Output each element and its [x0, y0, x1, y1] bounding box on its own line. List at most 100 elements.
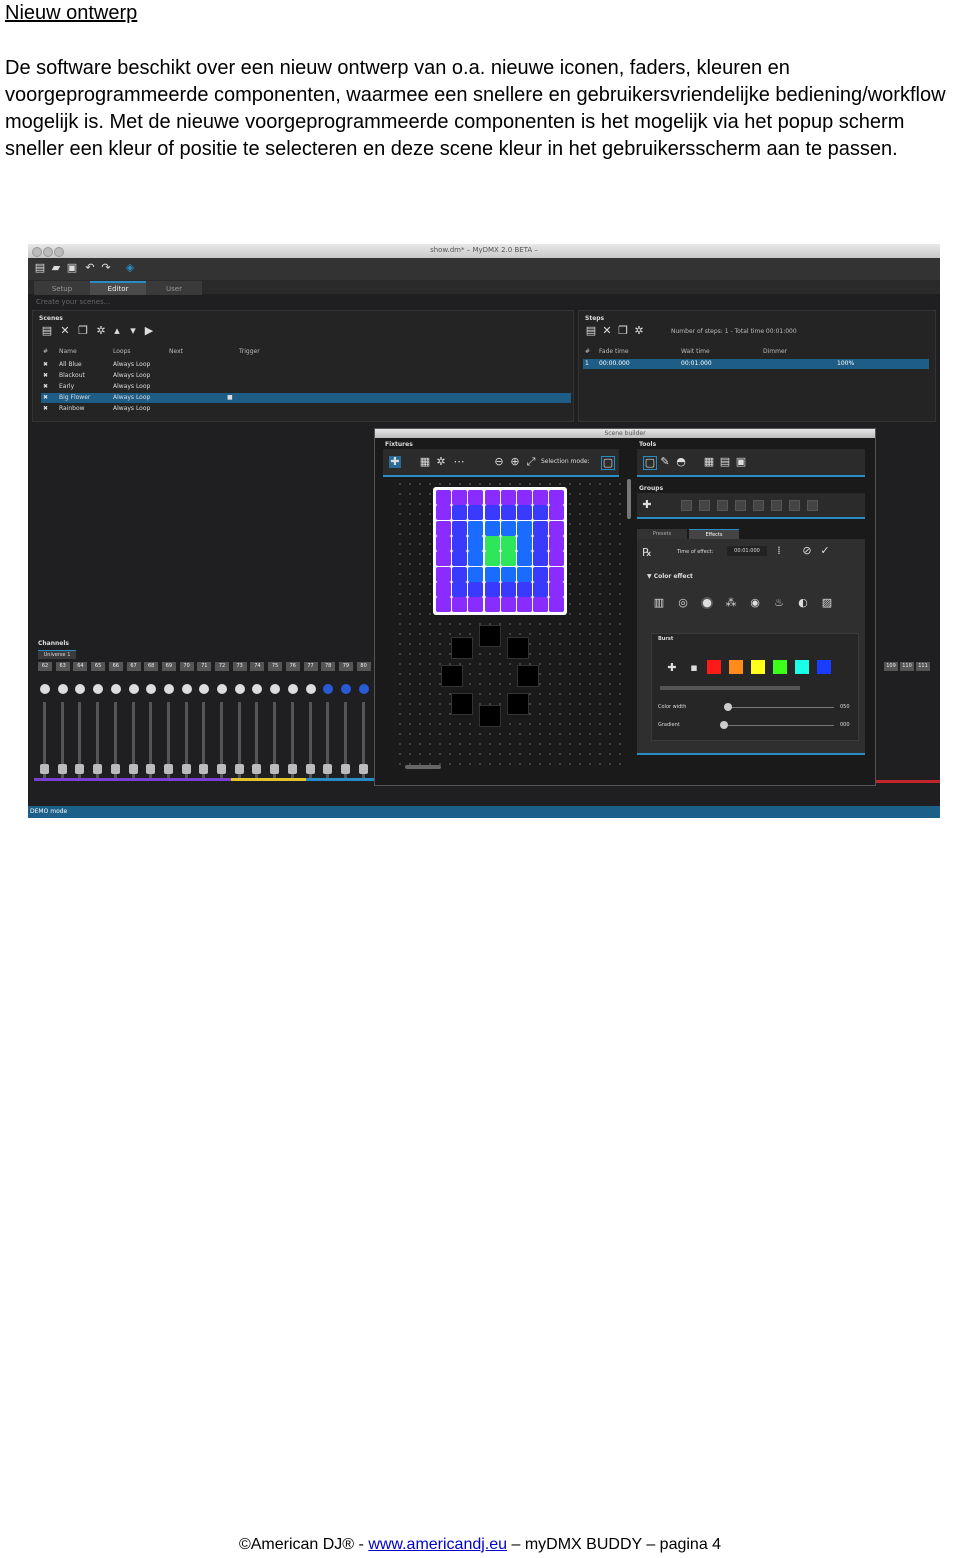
layout-grid-icon[interactable]: ▣	[735, 456, 747, 468]
led-tile[interactable]	[533, 490, 549, 505]
led-tile[interactable]	[517, 520, 532, 536]
scene-row[interactable]: ✖ Early Always Loop	[41, 382, 571, 392]
fire-effect-icon[interactable]: ♨	[773, 597, 785, 609]
led-tile[interactable]	[436, 597, 451, 613]
led-tile[interactable]	[549, 535, 565, 551]
led-tile[interactable]	[533, 551, 549, 567]
add-group-icon[interactable]: ✚	[641, 499, 653, 511]
fixture-canvas[interactable]	[395, 479, 623, 769]
channel-color-icon[interactable]	[217, 684, 227, 694]
more-icon[interactable]: ⋯	[453, 456, 465, 468]
group-button[interactable]	[735, 500, 746, 511]
group-button[interactable]	[753, 500, 764, 511]
led-tile[interactable]	[517, 505, 532, 521]
fader-knob[interactable]	[40, 764, 49, 774]
gradient-slider[interactable]	[724, 725, 834, 726]
confirm-icon[interactable]: ✓	[819, 545, 831, 557]
scene-row[interactable]: ✖ Rainbow Always Loop	[41, 404, 571, 414]
color-swatch[interactable]	[817, 660, 831, 674]
led-tile[interactable]	[517, 566, 532, 582]
sphere-effect-icon[interactable]: ◉	[749, 597, 761, 609]
fader-knob[interactable]	[163, 764, 173, 774]
pencil-icon[interactable]: ✎	[659, 456, 671, 468]
redo-icon[interactable]: ↷	[100, 262, 112, 274]
led-tile[interactable]	[549, 566, 565, 582]
led-tile[interactable]	[468, 490, 484, 505]
fixture-block[interactable]	[507, 693, 529, 715]
led-tile[interactable]	[436, 520, 451, 536]
color-width-knob[interactable]	[724, 703, 732, 711]
fx-icon[interactable]: ℞	[641, 547, 653, 559]
channel-color-icon[interactable]	[340, 684, 351, 694]
led-tile[interactable]	[533, 581, 549, 597]
led-tile[interactable]	[452, 597, 468, 613]
burst-scrollbar[interactable]	[660, 686, 800, 690]
channel-color-icon[interactable]	[128, 684, 139, 694]
fixture-block[interactable]	[441, 665, 463, 687]
led-tile[interactable]	[468, 520, 484, 536]
delete-step-icon[interactable]: ✕	[601, 325, 613, 337]
zoom-in-icon[interactable]: ⊕	[509, 456, 521, 468]
fader-knob[interactable]	[217, 764, 226, 774]
cancel-icon[interactable]: ⊘	[801, 545, 813, 557]
led-tile[interactable]	[436, 490, 451, 505]
fader-knob[interactable]	[340, 764, 350, 774]
spiral-effect-icon[interactable]: ◎	[677, 597, 689, 609]
led-tile[interactable]	[500, 566, 516, 582]
tab-setup[interactable]: Setup	[34, 281, 90, 295]
led-tile[interactable]	[533, 505, 549, 521]
led-tile[interactable]	[484, 505, 500, 521]
group-button[interactable]	[789, 500, 800, 511]
led-matrix[interactable]	[433, 487, 567, 615]
step-row-selected[interactable]: 1 00:00.000 00:01.000 100%	[583, 359, 929, 369]
led-tile[interactable]	[452, 535, 468, 551]
led-tile[interactable]	[436, 551, 451, 567]
scene-row[interactable]: ✖ Blackout Always Loop	[41, 371, 571, 381]
led-tile[interactable]	[452, 581, 468, 597]
step-settings-icon[interactable]: ✲	[633, 325, 645, 337]
tab-editor[interactable]: Editor	[90, 281, 146, 295]
image-effect-icon[interactable]: ▨	[821, 597, 833, 609]
color-swatch[interactable]	[751, 660, 765, 674]
led-tile[interactable]	[500, 490, 516, 505]
led-tile[interactable]	[452, 490, 468, 505]
channel-color-icon[interactable]	[305, 684, 316, 694]
scene-settings-icon[interactable]: ✲	[95, 325, 107, 337]
fader-knob[interactable]	[199, 764, 209, 774]
led-tile[interactable]	[468, 535, 484, 551]
fader-knob[interactable]	[252, 764, 262, 774]
gear-icon[interactable]: ✲	[435, 456, 447, 468]
vertical-scrollbar[interactable]	[627, 479, 631, 519]
gradient-knob[interactable]	[720, 721, 728, 729]
fixture-block[interactable]	[507, 637, 529, 659]
channel-color-icon[interactable]	[234, 684, 245, 694]
fit-icon[interactable]: ⤢	[525, 456, 537, 468]
scene-row[interactable]: ✖ All Blue Always Loop	[41, 360, 571, 370]
add-scene-icon[interactable]: ▤	[41, 325, 53, 337]
channel-color-icon[interactable]	[110, 684, 121, 694]
led-tile[interactable]	[549, 490, 565, 505]
stepper-icon[interactable]: ⁞	[773, 545, 785, 557]
led-tile[interactable]	[452, 551, 468, 567]
play-icon[interactable]: ▶	[143, 325, 155, 337]
led-tile[interactable]	[468, 597, 484, 613]
fader-knob[interactable]	[358, 764, 368, 774]
channel-color-icon[interactable]	[358, 684, 369, 694]
bars-effect-icon[interactable]: ▥	[653, 597, 665, 609]
channel-color-icon[interactable]	[323, 684, 334, 694]
undo-icon[interactable]: ↶	[84, 262, 96, 274]
fader-knob[interactable]	[146, 764, 156, 774]
footer-link[interactable]: www.americandj.eu	[368, 1536, 507, 1553]
bucket-icon[interactable]: ◓	[675, 456, 687, 468]
fixture-block[interactable]	[517, 665, 539, 687]
tab-user[interactable]: User	[146, 281, 202, 295]
group-button[interactable]	[771, 500, 782, 511]
led-tile[interactable]	[484, 535, 500, 551]
led-tile[interactable]	[500, 597, 516, 613]
led-tile[interactable]	[436, 535, 451, 551]
fader-knob[interactable]	[57, 764, 67, 774]
color-swatch[interactable]	[729, 660, 743, 674]
fader-knob[interactable]	[93, 764, 103, 774]
layout-icon[interactable]: ▦	[703, 456, 715, 468]
led-tile[interactable]	[436, 581, 451, 597]
